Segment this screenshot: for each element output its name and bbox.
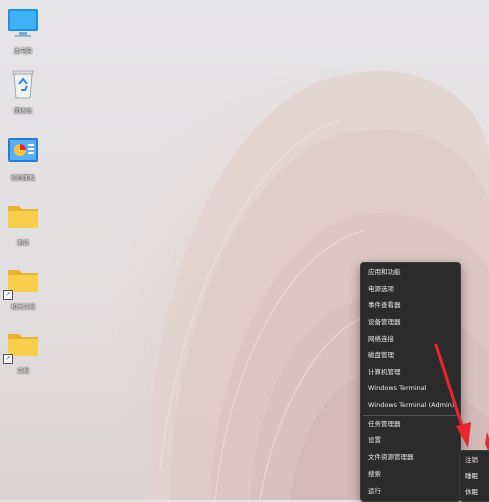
desktop-icon-folder-shortcut-2[interactable]: ↗ 文档 (1, 326, 45, 375)
folder-shortcut-icon: ↗ (3, 326, 41, 364)
winx-context-menu: 应用和功能 电源选项 事件查看器 设备管理器 网络连接 磁盘管理 计算机管理 W… (360, 262, 461, 502)
menu-item-apps-features[interactable]: 应用和功能 (368, 264, 458, 280)
desktop-icon-label: 相关文档 (10, 304, 35, 311)
menu-item-terminal-admin[interactable]: Windows Terminal (Admin) (368, 397, 458, 413)
desktop-icon-this-pc[interactable]: 此电脑 (1, 6, 45, 55)
recycle-bin-icon (5, 66, 41, 102)
desktop-icon-label: 控制面板 (10, 175, 35, 182)
menu-item-event-viewer[interactable]: 事件查看器 (368, 297, 458, 313)
submenu-item-sleep[interactable]: 睡眠 (465, 469, 478, 483)
submenu-item-sign-out[interactable]: 注销 (465, 453, 478, 467)
desktop-icon-folder-shortcut-1[interactable]: ↗ 相关文档 (1, 262, 45, 311)
desktop-icon-label: 此电脑 (13, 48, 32, 55)
menu-item-settings[interactable]: 设置 (368, 432, 458, 448)
submenu-item-hibernate[interactable]: 休眠 (465, 485, 478, 499)
shutdown-submenu: 注销 睡眠 休眠 (459, 450, 489, 502)
menu-item-device-manager[interactable]: 设备管理器 (368, 314, 458, 330)
menu-item-task-manager[interactable]: 任务管理器 (368, 416, 458, 432)
shortcut-arrow-icon: ↗ (3, 290, 13, 300)
desktop-icon-label: 测试 (16, 240, 29, 247)
desktop-icon-label: 文档 (16, 368, 29, 375)
menu-item-network[interactable]: 网络连接 (368, 331, 458, 347)
menu-item-run[interactable]: 运行 (368, 483, 458, 499)
menu-item-power-options[interactable]: 电源选项 (368, 281, 458, 297)
folder-shortcut-icon: ↗ (3, 262, 41, 300)
desktop-icon-recycle-bin[interactable]: 回收站 (1, 66, 45, 115)
folder-icon (5, 198, 41, 234)
shortcut-arrow-icon: ↗ (3, 354, 13, 364)
desktop-icon-control-panel[interactable]: 控制面板 (1, 133, 45, 182)
desktop-icon-label: 回收站 (13, 108, 32, 115)
desktop-icon-folder-test[interactable]: 测试 (1, 198, 45, 247)
menu-item-terminal[interactable]: Windows Terminal (368, 380, 458, 396)
monitor-icon (5, 6, 41, 42)
menu-item-disk-management[interactable]: 磁盘管理 (368, 347, 458, 363)
control-panel-icon (5, 133, 41, 169)
menu-item-file-explorer[interactable]: 文件资源管理器 (368, 449, 458, 465)
menu-item-search[interactable]: 搜索 (368, 466, 458, 482)
menu-item-computer-management[interactable]: 计算机管理 (368, 364, 458, 380)
